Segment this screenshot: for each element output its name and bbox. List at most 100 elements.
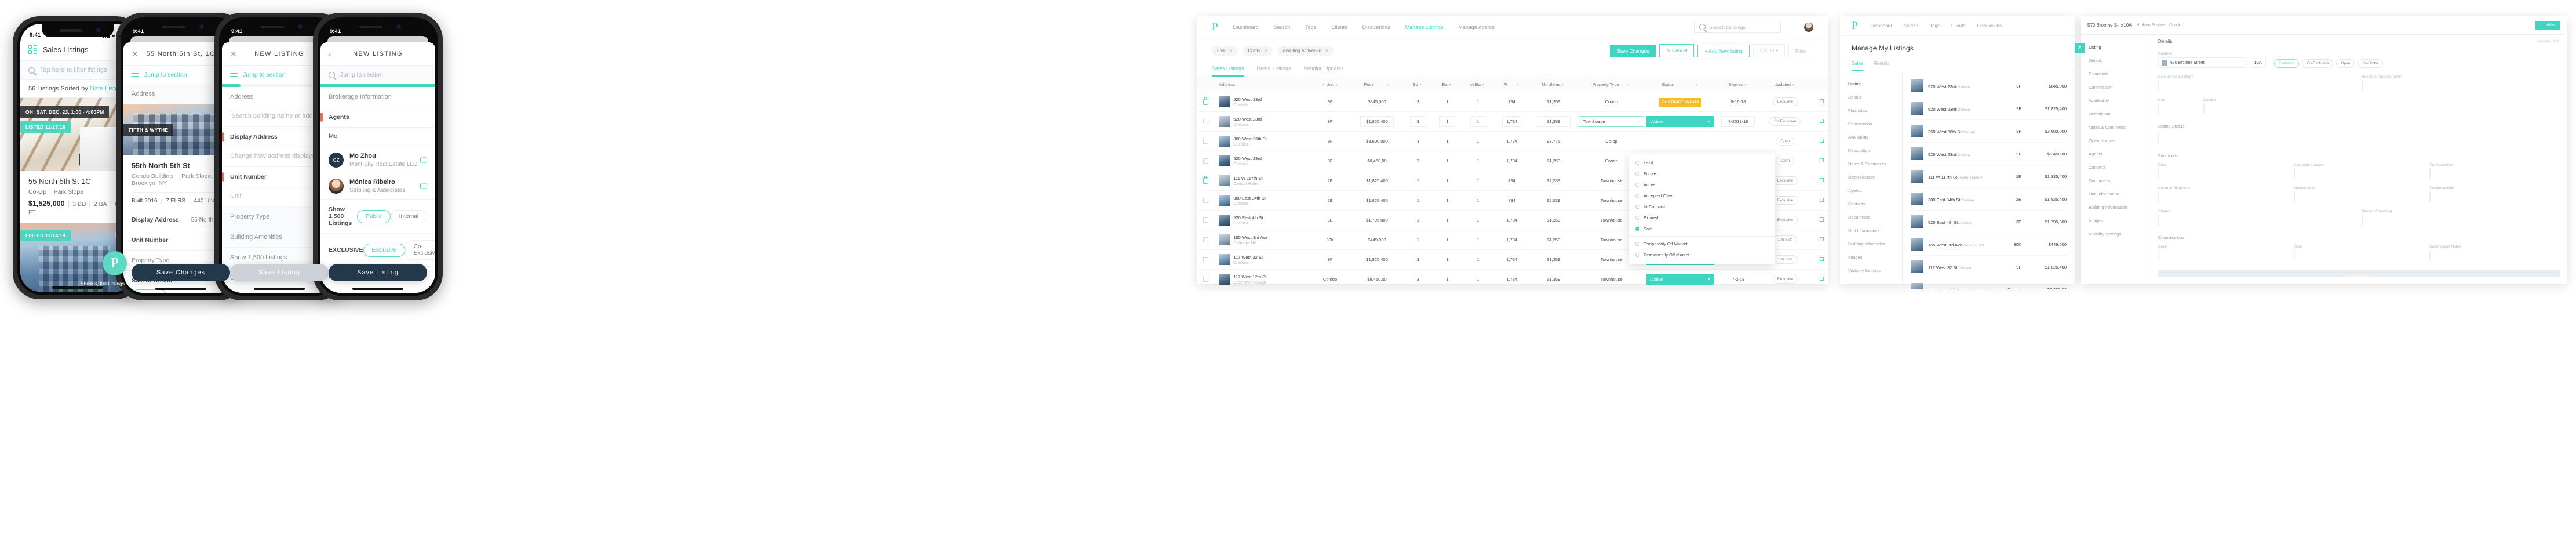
agent-result[interactable]: Mónica Ribeiro Stribling & Associates [320,173,435,200]
mail-icon[interactable] [420,183,427,189]
cell-half-ba[interactable]: 1 [1462,92,1495,112]
details-sidebar-item-availability[interactable]: Availability [2081,94,2151,107]
cell-expires[interactable]: 7-2-18 [1715,269,1761,289]
cell-monthlies[interactable]: $1,359 [1529,269,1578,289]
details-sidebar-item-commission[interactable]: Commission [2081,81,2151,94]
updated-badge[interactable]: Exclusive [1772,97,1798,106]
sidebar-item-images[interactable]: Images [1840,251,1902,264]
cell-ba[interactable]: 1 [1433,249,1462,270]
updated-badge[interactable]: Open [1776,157,1795,165]
status-option[interactable]: Expired [1629,212,1775,223]
details-sidebar-item-description[interactable]: Description [2081,107,2151,121]
cell-price[interactable]: $449,000 [1350,230,1404,250]
nav-search[interactable]: Search [1274,24,1291,30]
cell-half-ba[interactable]: 1 [1462,151,1495,171]
list-item[interactable]: 520 West 23rdChelsea 9F $1,825,400 [1911,97,2067,120]
row-checkbox[interactable] [1203,217,1208,223]
details-sidebar-item-contacts[interactable]: Contacts [2081,161,2151,174]
row-checkbox[interactable] [1203,139,1208,144]
tab-sales-listings[interactable]: Sales Listings [1212,62,1244,77]
col-monthlies[interactable]: Monthlies ▾ [1529,77,1578,92]
updated-badge[interactable]: Exclusive [1772,196,1798,205]
cell-updated[interactable]: Exclusive [1761,269,1810,289]
nav-tags[interactable]: Tags [1930,23,1940,28]
cell-input[interactable]: 1,734 [1502,116,1522,127]
cell-input[interactable]: 1 [1439,116,1456,127]
cell-property-type[interactable]: Townhouse [1577,269,1645,289]
size-input[interactable] [2158,103,2159,114]
tab-pending-updates[interactable]: Pending Updates [1304,62,1344,77]
save-changes-button[interactable]: Save Changes [1609,44,1656,57]
cell-bd[interactable]: 3 [1403,131,1433,151]
listing-status-select[interactable] [2158,133,2159,144]
cell-expires[interactable] [1715,131,1761,151]
field-input[interactable] [2158,168,2159,179]
cell-ft[interactable]: 1,734 [1494,111,1530,132]
cell-ba[interactable]: 1 [1433,151,1462,171]
cell-ft[interactable]: 1,734 [1494,151,1530,171]
cell-ba[interactable]: 1 [1433,190,1462,211]
cell-ft[interactable]: 1,734 [1494,230,1530,250]
cell-ba[interactable]: 1 [1433,210,1462,230]
cell-half-ba[interactable]: 1 [1462,171,1495,191]
cell-unit[interactable]: 2E [1309,190,1351,211]
sidebar-item-availability[interactable]: Availability [1840,130,1902,144]
close-icon[interactable]: ✕ [2075,43,2085,53]
details-sidebar-item-notes-comments[interactable]: Notes & Comments [2081,121,2151,134]
field-input[interactable] [2429,250,2431,261]
cell-monthlies[interactable]: $1,359 [1529,230,1578,250]
cell-ft[interactable]: 1,734 [1494,269,1530,289]
cell-ft[interactable]: 1,734 [1494,210,1530,230]
chip-co-exclusive[interactable]: Co-Exclusive [2302,59,2334,68]
add-new-listing-button[interactable]: + Add New listing [1697,44,1750,57]
cell-updated[interactable]: Open [1761,131,1810,151]
col-updated[interactable]: Updated ▾ [1761,77,1810,92]
lock-icon[interactable] [1203,97,1208,105]
cell-half-ba[interactable]: 1 [1462,269,1495,289]
cell-input[interactable]: 3 [1409,116,1426,127]
save-listing-button[interactable]: Save Listing [230,264,329,281]
cell-updated[interactable]: Co-Exclusive [1761,111,1810,132]
cell-monthlies[interactable]: $1,359 [1529,111,1578,132]
cell-ba[interactable]: 1 [1433,111,1462,132]
search-buildings-input[interactable]: Search buildings [1694,21,1781,33]
cell-monthlies[interactable]: $1,359 [1529,151,1578,171]
save-listing-button[interactable]: Save Listing [329,264,427,281]
updated-badge[interactable]: Exclusive [1772,275,1798,284]
cell-half-ba[interactable]: 1 [1462,190,1495,211]
sidebar-item-details[interactable]: Details [1840,90,1902,104]
details-sidebar-item-unit-information[interactable]: Unit Information [2081,187,2151,201]
cell-ba[interactable]: 1 [1433,171,1462,191]
address-unit[interactable]: 10A [2250,57,2266,68]
cell-status[interactable]: Active▾ [1645,269,1716,289]
resale-sponsor-select[interactable] [2362,80,2363,91]
field-input[interactable] [2294,168,2295,179]
field-input[interactable] [2294,191,2295,202]
status-option[interactable]: Accepted Offer [1629,190,1775,201]
field-input[interactable] [2158,215,2159,226]
field-input[interactable] [2294,250,2295,261]
sidebar-item-contacts[interactable]: Contacts [1840,197,1902,211]
remove-icon[interactable]: ✕ [1229,48,1233,53]
update-listing-footer-button[interactable]: Update Listing [2158,270,2560,277]
cell-monthlies[interactable]: $1,359 [1529,249,1578,270]
status-option[interactable]: Sold [1629,223,1775,234]
cell-price[interactable]: $8,450,00 [1350,151,1404,171]
field-input[interactable] [2429,191,2431,202]
tab-sales[interactable]: Sales [1852,58,1864,71]
cell-expires[interactable]: 7-2018-18 [1715,111,1761,132]
nav-search[interactable]: Search [1904,23,1918,28]
sidebar-item-documents[interactable]: Documents [1840,211,1902,224]
table-row[interactable]: 520 West 23rd Chelsea 9F $845,000 3 1 1 734 $1,3… [1197,92,1828,112]
cell-half-ba[interactable]: 1 [1462,249,1495,270]
field-input[interactable] [2158,191,2159,202]
logo[interactable]: P [1212,21,1218,32]
updated-badge[interactable]: Exclusive [1772,176,1798,185]
cell-bd[interactable]: 3 [1403,92,1433,112]
cell-bd[interactable]: 1 [1403,171,1433,191]
filter-tag-awaiting-activation[interactable]: Awaiting Activation ✕ [1277,46,1334,56]
col-expires[interactable]: Expires ▾ [1715,77,1761,92]
cell-unit[interactable]: 9F [1309,92,1351,112]
col-half-ba[interactable]: ½ Ba ▾ [1462,77,1495,92]
col-ft[interactable]: Ft ▾ [1494,77,1530,92]
